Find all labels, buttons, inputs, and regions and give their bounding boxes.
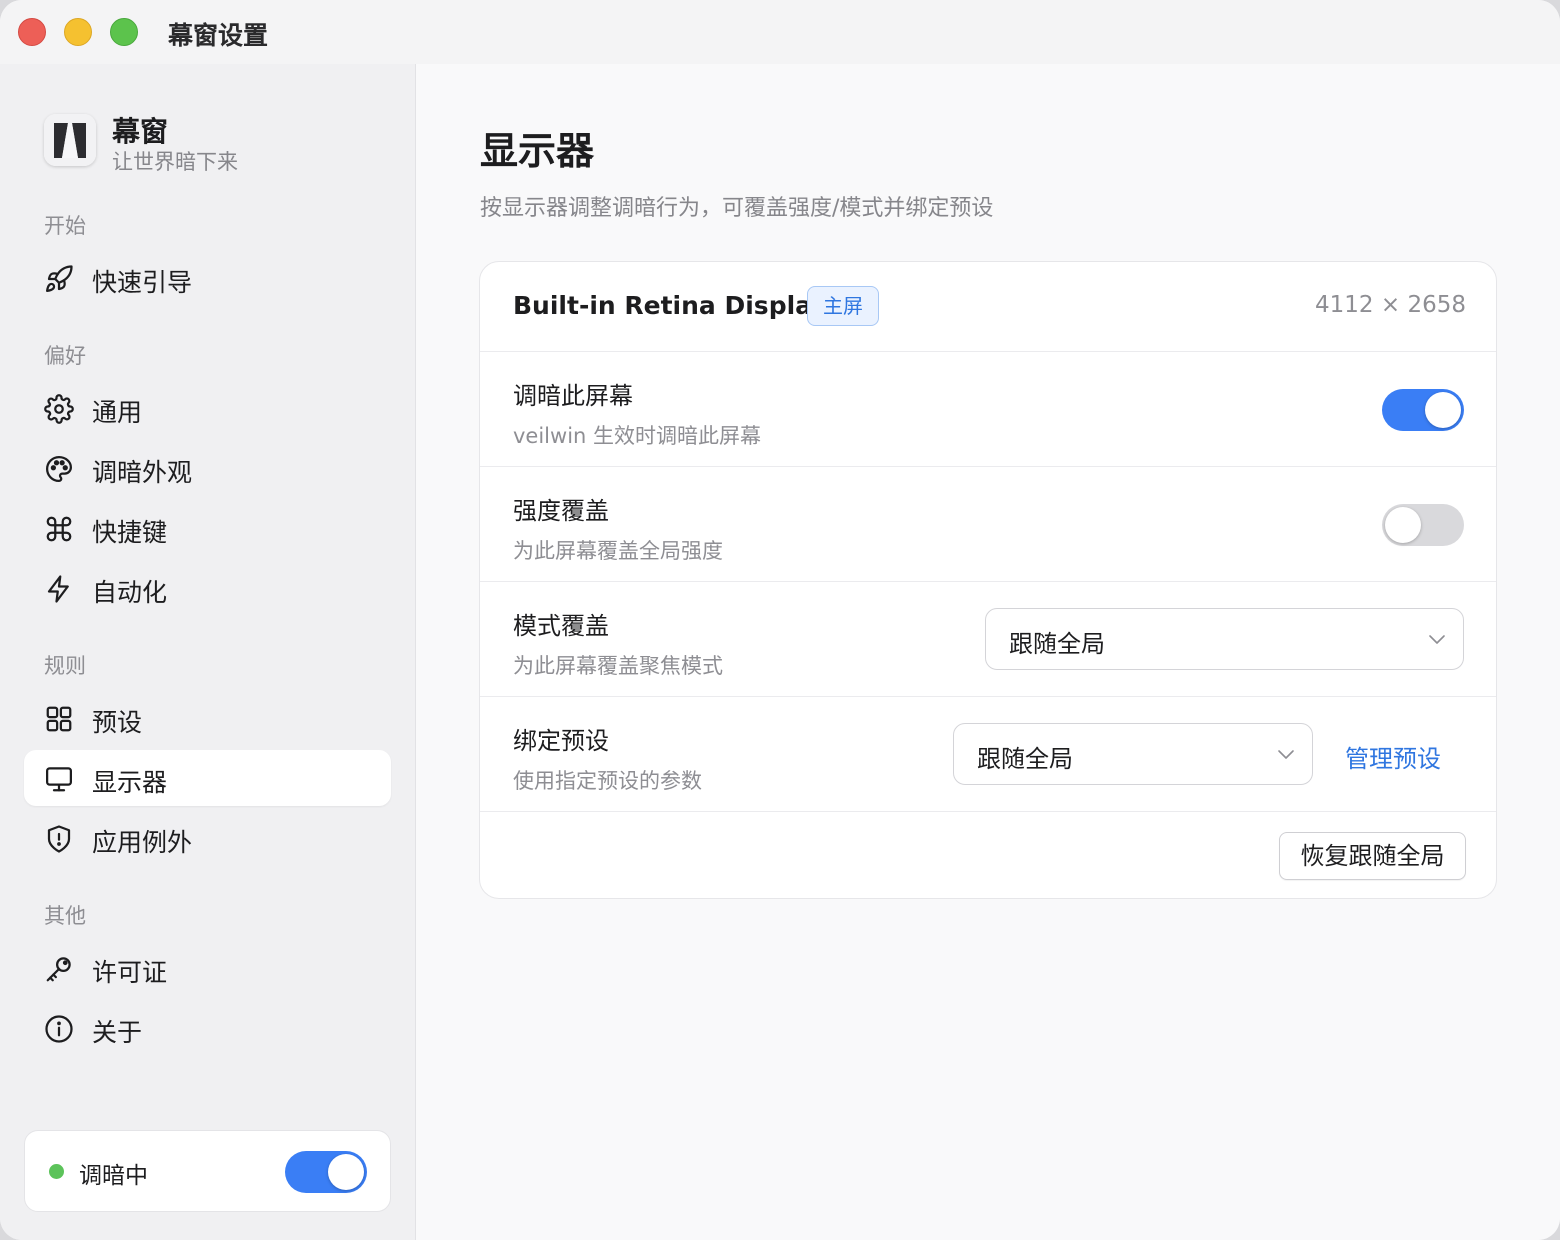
row-dim-this-screen: 调暗此屏幕 veilwin 生效时调暗此屏幕 xyxy=(480,352,1496,467)
dimming-status-card: 调暗中 xyxy=(24,1130,391,1212)
row-description: 使用指定预设的参数 xyxy=(513,769,702,793)
row-title: 绑定预设 xyxy=(513,727,609,755)
sidebar-item-label: 应用例外 xyxy=(92,828,193,857)
section-label-start: 开始 xyxy=(44,214,86,238)
sidebar-item-presets[interactable]: 预设 xyxy=(24,690,391,746)
section-label-preferences: 偏好 xyxy=(44,344,86,368)
row-description: 为此屏幕覆盖聚焦模式 xyxy=(513,654,723,678)
primary-display-badge: 主屏 xyxy=(807,286,879,326)
gear-icon xyxy=(44,394,74,424)
palette-icon xyxy=(44,454,74,484)
sidebar-item-appearance[interactable]: 调暗外观 xyxy=(24,440,391,496)
manage-presets-link[interactable]: 管理预设 xyxy=(1345,739,1441,774)
minimize-window-button[interactable] xyxy=(64,18,92,46)
monitor-icon xyxy=(44,764,74,794)
row-reset: 恢复跟随全局 xyxy=(480,812,1496,898)
chevron-down-icon xyxy=(1276,744,1296,764)
toggle-knob xyxy=(1425,392,1461,428)
toggle-knob xyxy=(328,1154,364,1190)
intensity-override-toggle[interactable] xyxy=(1382,504,1464,546)
close-window-button[interactable] xyxy=(18,18,46,46)
settings-window: 幕窗设置 幕窗 让世界暗下来 开始 快速引导 偏好 通用 调暗外观 快捷键 自动… xyxy=(0,0,1560,1240)
sidebar-item-label: 显示器 xyxy=(92,768,168,797)
dimming-master-toggle[interactable] xyxy=(285,1151,367,1193)
status-text: 调暗中 xyxy=(79,1163,148,1189)
row-intensity-override: 强度覆盖 为此屏幕覆盖全局强度 xyxy=(480,467,1496,582)
lightning-icon xyxy=(44,574,74,604)
row-title: 调暗此屏幕 xyxy=(513,382,633,410)
mode-override-select[interactable]: 跟随全局 xyxy=(985,608,1464,670)
shield-icon xyxy=(44,824,74,854)
page-subtitle: 按显示器调整调暗行为，可覆盖强度/模式并绑定预设 xyxy=(480,196,994,221)
command-icon xyxy=(44,514,74,544)
row-title: 模式覆盖 xyxy=(513,612,609,640)
rocket-icon xyxy=(44,264,74,294)
bind-preset-select[interactable]: 跟随全局 xyxy=(953,723,1313,785)
display-card-header: Built-in Retina Display 主屏 4112 × 2658 xyxy=(480,262,1496,352)
toggle-knob xyxy=(1385,507,1421,543)
display-name: Built-in Retina Display xyxy=(513,291,828,320)
main-content: 显示器 按显示器调整调暗行为，可覆盖强度/模式并绑定预设 Built-in Re… xyxy=(417,64,1560,1240)
window-title: 幕窗设置 xyxy=(168,21,269,50)
section-label-other: 其他 xyxy=(44,904,86,928)
sidebar-item-quick-guide[interactable]: 快速引导 xyxy=(24,250,391,306)
zoom-window-button[interactable] xyxy=(110,18,138,46)
app-logo-icon xyxy=(44,114,96,166)
sidebar-item-label: 快速引导 xyxy=(92,268,193,297)
sidebar-item-automation[interactable]: 自动化 xyxy=(24,560,391,616)
display-card: Built-in Retina Display 主屏 4112 × 2658 调… xyxy=(479,261,1497,899)
sidebar-item-about[interactable]: 关于 xyxy=(24,1000,391,1056)
sidebar-item-license[interactable]: 许可证 xyxy=(24,940,391,996)
sidebar-item-label: 预设 xyxy=(92,708,143,737)
app-tagline: 让世界暗下来 xyxy=(112,150,238,174)
chevron-down-icon xyxy=(1427,629,1447,649)
sidebar-item-general[interactable]: 通用 xyxy=(24,380,391,436)
grid-icon xyxy=(44,704,74,734)
sidebar: 幕窗 让世界暗下来 开始 快速引导 偏好 通用 调暗外观 快捷键 自动化 规则 … xyxy=(0,64,416,1240)
select-value: 跟随全局 xyxy=(977,745,1073,773)
row-description: veilwin 生效时调暗此屏幕 xyxy=(513,424,762,448)
status-indicator-dot xyxy=(49,1164,64,1179)
sidebar-item-label: 调暗外观 xyxy=(92,458,193,487)
sidebar-item-shortcuts[interactable]: 快捷键 xyxy=(24,500,391,556)
key-icon xyxy=(44,954,74,984)
page-title: 显示器 xyxy=(480,129,595,173)
title-bar: 幕窗设置 xyxy=(0,0,1560,64)
row-description: 为此屏幕覆盖全局强度 xyxy=(513,539,723,563)
sidebar-item-label: 自动化 xyxy=(92,578,168,607)
display-resolution: 4112 × 2658 xyxy=(1315,292,1466,318)
app-name: 幕窗 xyxy=(112,115,169,148)
sidebar-item-label: 快捷键 xyxy=(92,518,168,547)
sidebar-item-label: 通用 xyxy=(92,398,143,427)
reset-to-global-button[interactable]: 恢复跟随全局 xyxy=(1279,832,1466,880)
section-label-rules: 规则 xyxy=(44,654,86,678)
sidebar-item-app-exceptions[interactable]: 应用例外 xyxy=(24,810,391,866)
dim-this-screen-toggle[interactable] xyxy=(1382,389,1464,431)
select-value: 跟随全局 xyxy=(1009,630,1105,658)
info-icon xyxy=(44,1014,74,1044)
row-title: 强度覆盖 xyxy=(513,497,609,525)
sidebar-item-label: 关于 xyxy=(92,1018,143,1047)
row-bind-preset: 绑定预设 使用指定预设的参数 跟随全局 管理预设 xyxy=(480,697,1496,812)
row-mode-override: 模式覆盖 为此屏幕覆盖聚焦模式 跟随全局 xyxy=(480,582,1496,697)
sidebar-item-displays[interactable]: 显示器 xyxy=(24,750,391,806)
sidebar-item-label: 许可证 xyxy=(92,958,168,987)
